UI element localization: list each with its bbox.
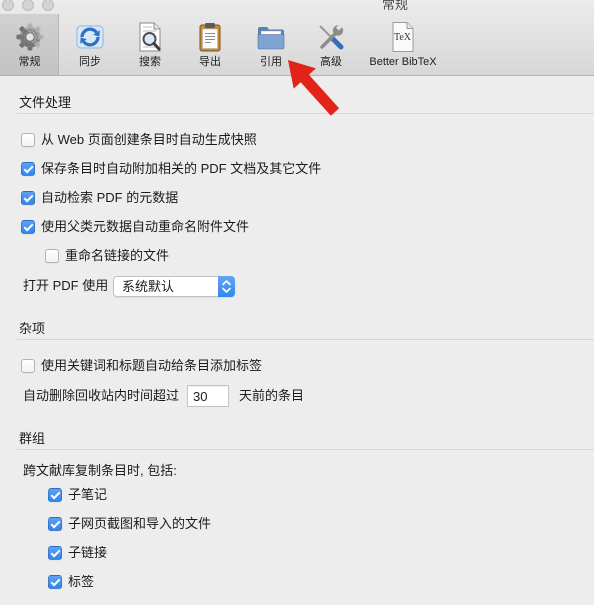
clipboard-icon [199, 23, 221, 52]
checkbox-row-retrieve-pdf-metadata[interactable]: 自动检索 PDF 的元数据 [21, 190, 178, 206]
folder-icon [257, 27, 285, 50]
tex-logo-text: TeX [394, 32, 412, 43]
toolbar-item-better-bibtex[interactable]: TeX Better BibTeX [358, 14, 448, 75]
checkbox-row-child-links[interactable]: 子链接 [48, 545, 107, 561]
checkbox-row-child-files[interactable]: 子网页截图和导入的文件 [48, 516, 211, 532]
select-stepper[interactable] [218, 276, 235, 297]
checkbox-retrieve-pdf-metadata[interactable] [21, 191, 35, 205]
tools-icon [319, 23, 344, 50]
checkbox-label: 使用父类元数据自动重命名附件文件 [41, 219, 250, 234]
gear-icon [16, 23, 43, 51]
minimize-window-button[interactable] [22, 0, 34, 11]
close-window-button[interactable] [2, 0, 14, 11]
open-pdf-select[interactable]: 系统默认 [113, 276, 235, 297]
groups-intro-label: 跨文献库复制条目时, 包括: [23, 463, 177, 478]
checkbox-child-notes[interactable] [48, 488, 62, 502]
open-pdf-select-value: 系统默认 [122, 279, 175, 294]
checkbox-auto-snapshot[interactable] [21, 133, 35, 147]
open-pdf-label: 打开 PDF 使用 [23, 278, 109, 293]
checkbox-child-files[interactable] [48, 517, 62, 531]
toolbar-item-search[interactable]: 搜索 [120, 14, 180, 75]
toolbar-label-general: 常规 [18, 56, 41, 68]
checkbox-row-auto-rename[interactable]: 使用父类元数据自动重命名附件文件 [21, 219, 249, 235]
checkbox-label: 自动检索 PDF 的元数据 [41, 190, 179, 205]
trash-suffix-label: 天前的条目 [239, 388, 305, 403]
section-divider [17, 113, 594, 114]
checkbox-label: 使用关键词和标题自动给条目添加标签 [41, 358, 263, 373]
checkbox-label: 子链接 [68, 545, 108, 560]
section-divider [17, 339, 594, 340]
checkbox-row-auto-attach[interactable]: 保存条目时自动附加相关的 PDF 文档及其它文件 [21, 161, 321, 177]
toolbar-label-cite: 引用 [260, 56, 282, 68]
tex-document-icon: TeX [392, 22, 414, 52]
section-title-misc: 杂项 [19, 321, 46, 336]
chevron-updown-icon [222, 280, 231, 293]
sync-icon [76, 25, 104, 49]
section-title-groups: 群组 [19, 431, 46, 446]
checkbox-row-rename-linked[interactable]: 重命名链接的文件 [45, 248, 169, 264]
toolbar-label-export: 导出 [199, 56, 221, 68]
checkbox-auto-attach[interactable] [21, 162, 35, 176]
toolbar-label-search: 搜索 [139, 56, 161, 68]
search-document-icon [139, 22, 161, 52]
checkbox-row-tags[interactable]: 标签 [48, 574, 94, 590]
zoom-window-button[interactable] [42, 0, 54, 11]
toolbar-label-sync: 同步 [79, 56, 101, 68]
toolbar-item-export[interactable]: 导出 [180, 14, 240, 75]
checkbox-child-links[interactable] [48, 546, 62, 560]
window-title: 常规 [381, 0, 408, 12]
checkbox-auto-rename[interactable] [21, 220, 35, 234]
checkbox-label: 从 Web 页面创建条目时自动生成快照 [41, 132, 257, 147]
toolbar-item-cite[interactable]: 引用 [241, 14, 301, 75]
checkbox-label: 重命名链接的文件 [65, 248, 170, 263]
checkbox-row-auto-tags[interactable]: 使用关键词和标题自动给条目添加标签 [21, 358, 262, 374]
checkbox-label: 保存条目时自动附加相关的 PDF 文档及其它文件 [41, 161, 322, 176]
checkbox-label: 子网页截图和导入的文件 [68, 516, 212, 531]
checkbox-rename-linked[interactable] [45, 249, 59, 263]
toolbar-item-advanced[interactable]: 高级 [301, 14, 361, 75]
toolbar-label-advanced: 高级 [320, 56, 342, 68]
toolbar-item-sync[interactable]: 同步 [60, 14, 120, 75]
preferences-toolbar: 常规 常规 同步 搜索 导出 引用 高级 TeX Better BibTeX [0, 0, 594, 76]
checkbox-tags[interactable] [48, 575, 62, 589]
trash-days-input[interactable] [187, 385, 229, 407]
checkbox-label: 标签 [68, 574, 95, 589]
toolbar-item-general[interactable]: 常规 [0, 14, 59, 75]
section-divider [17, 449, 594, 450]
checkbox-auto-tags[interactable] [21, 359, 35, 373]
checkbox-row-auto-snapshot[interactable]: 从 Web 页面创建条目时自动生成快照 [21, 132, 257, 148]
section-title-file-handling: 文件处理 [19, 95, 72, 110]
checkbox-row-child-notes[interactable]: 子笔记 [48, 487, 107, 503]
checkbox-label: 子笔记 [68, 487, 108, 502]
toolbar-label-better-bibtex: Better BibTeX [369, 56, 437, 68]
trash-prefix-label: 自动删除回收站内时间超过 [23, 388, 180, 403]
